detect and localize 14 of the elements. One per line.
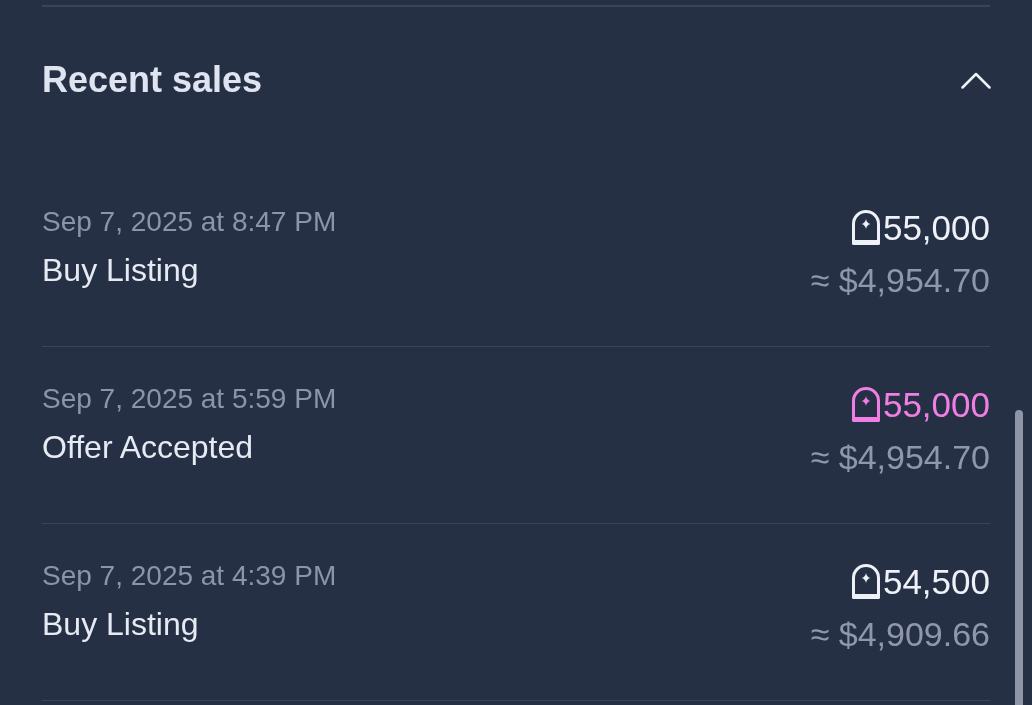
sale-type: Buy Listing xyxy=(42,251,200,290)
sale-date: Sep 7, 2025 at 8:47 PM xyxy=(42,205,337,239)
sale-price: 55,000 xyxy=(882,207,990,249)
sale-usd-value: ≈ $4,954.70 xyxy=(810,437,990,478)
sale-date: Sep 7, 2025 at 5:59 PM xyxy=(42,382,337,416)
sale-type: Buy Listing xyxy=(42,605,200,644)
sale-date: Sep 7, 2025 at 4:39 PM xyxy=(42,559,337,593)
sale-price: 55,000 xyxy=(882,384,990,426)
sale-usd-value: ≈ $4,909.66 xyxy=(810,614,990,655)
sale-type: Offer Accepted xyxy=(42,428,255,467)
section-title: Recent sales xyxy=(42,58,263,102)
sale-usd-value: ≈ $4,954.70 xyxy=(810,260,990,301)
sale-price: 54,500 xyxy=(882,561,990,603)
scrollbar-thumb[interactable] xyxy=(1015,410,1023,705)
